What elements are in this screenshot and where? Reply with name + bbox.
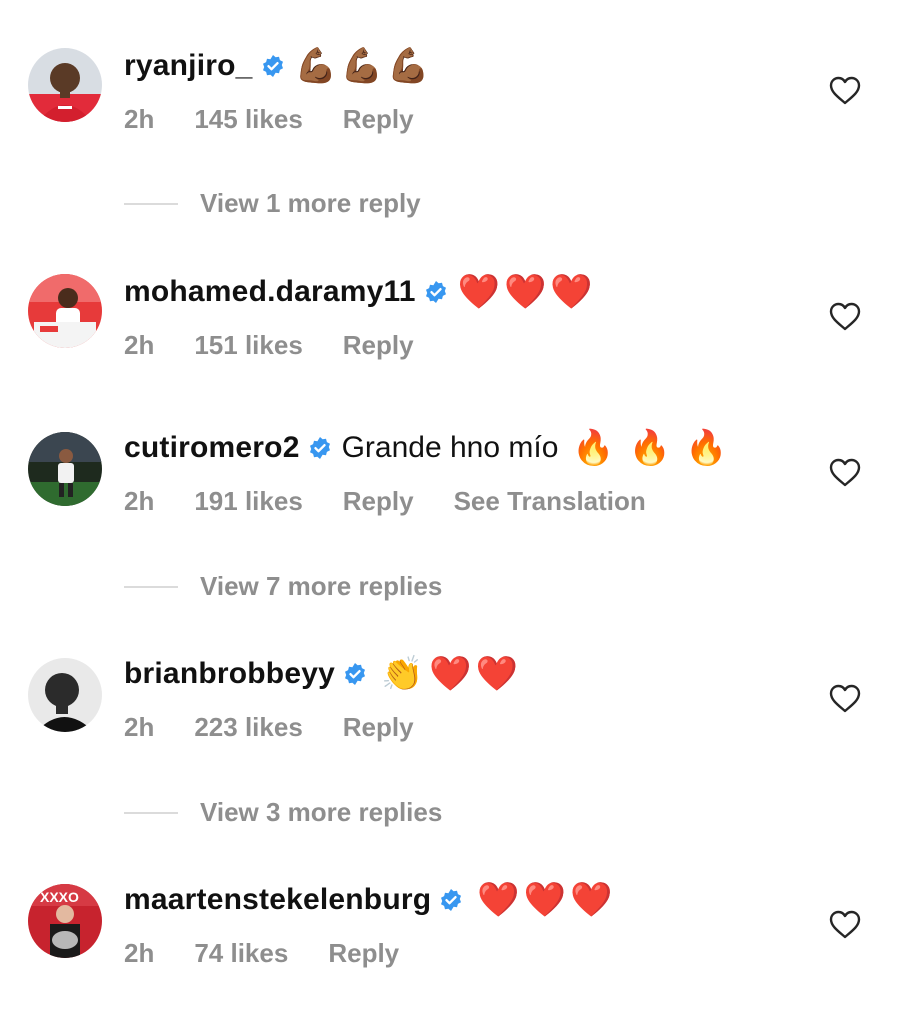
verified-badge-icon bbox=[308, 436, 332, 460]
likes-count[interactable]: 191 likes bbox=[194, 486, 302, 517]
comment-meta: 2h 151 likes Reply bbox=[124, 330, 454, 361]
flexed-biceps-emoji: 💪🏾 bbox=[340, 46, 384, 86]
likes-count[interactable]: 151 likes bbox=[194, 330, 302, 361]
timestamp: 2h bbox=[124, 712, 155, 742]
comment-line: brianbrobbeyy 👏 ❤️ ❤️ bbox=[124, 652, 518, 696]
likes-count[interactable]: 145 likes bbox=[194, 104, 302, 135]
divider bbox=[124, 585, 178, 588]
fire-emoji: 🔥 bbox=[572, 428, 615, 468]
red-heart-emoji: ❤️ bbox=[477, 880, 520, 920]
reply-button[interactable]: Reply bbox=[343, 712, 414, 743]
heart-outline-icon[interactable] bbox=[828, 74, 862, 108]
flexed-biceps-emoji: 💪🏾 bbox=[294, 46, 337, 86]
reply-button[interactable]: Reply bbox=[328, 938, 399, 969]
heart-outline-icon[interactable] bbox=[828, 456, 862, 490]
comment-ryanjiro: ryanjiro_ 💪🏾 💪🏾 💪🏾 2h 145 likes Reply bbox=[0, 40, 910, 150]
red-heart-emoji: ❤️ bbox=[504, 272, 547, 312]
username[interactable]: ryanjiro_ bbox=[124, 49, 253, 83]
red-heart-emoji: ❤️ bbox=[429, 654, 472, 694]
comment-meta: 2h 191 likes Reply See Translation bbox=[124, 486, 686, 517]
comment-line: cutiromero2 Grande hno mío 🔥 🔥 🔥 bbox=[124, 426, 727, 470]
comment-meta: 2h 74 likes Reply bbox=[124, 938, 439, 969]
comment-brianbrobbeyy: brianbrobbeyy 👏 ❤️ ❤️ 2h 223 likes Reply bbox=[0, 648, 910, 758]
heart-outline-icon[interactable] bbox=[828, 908, 862, 942]
comment-line: mohamed.daramy11 ❤️ ❤️ ❤️ bbox=[124, 270, 593, 314]
timestamp: 2h bbox=[124, 486, 155, 516]
svg-text:XXXO: XXXO bbox=[40, 889, 79, 905]
view-replies-label[interactable]: View 7 more replies bbox=[200, 571, 442, 602]
view-replies-label[interactable]: View 3 more replies bbox=[200, 797, 442, 828]
likes-count[interactable]: 74 likes bbox=[194, 938, 288, 969]
verified-badge-icon bbox=[439, 888, 463, 912]
fire-emoji: 🔥 bbox=[685, 428, 728, 468]
heart-outline-icon[interactable] bbox=[828, 300, 862, 334]
username[interactable]: mohamed.daramy11 bbox=[124, 275, 416, 309]
red-heart-emoji: ❤️ bbox=[475, 654, 519, 694]
divider bbox=[124, 811, 178, 814]
red-heart-emoji: ❤️ bbox=[550, 272, 593, 312]
view-more-replies-button[interactable]: View 1 more reply bbox=[124, 188, 421, 219]
username[interactable]: maartenstekelenburg bbox=[124, 883, 431, 917]
username[interactable]: cutiromero2 bbox=[124, 431, 300, 465]
timestamp: 2h bbox=[124, 104, 155, 134]
red-heart-emoji: ❤️ bbox=[569, 880, 613, 920]
red-heart-emoji: ❤️ bbox=[523, 880, 566, 920]
avatar[interactable] bbox=[28, 658, 102, 732]
red-heart-emoji: ❤️ bbox=[457, 272, 501, 312]
avatar[interactable] bbox=[28, 48, 102, 122]
verified-badge-icon bbox=[261, 54, 285, 78]
verified-badge-icon bbox=[343, 662, 367, 686]
heart-outline-icon[interactable] bbox=[828, 682, 862, 716]
comment-meta: 2h 223 likes Reply bbox=[124, 712, 454, 743]
avatar[interactable]: XXXO bbox=[28, 884, 102, 958]
divider bbox=[124, 202, 178, 205]
comment-maartenstekelenburg: XXXO maartenstekelenburg ❤️ ❤️ ❤️ 2h 74 … bbox=[0, 874, 910, 984]
comment-cutiromero: cutiromero2 Grande hno mío 🔥 🔥 🔥 2h 191 … bbox=[0, 422, 910, 532]
view-more-replies-button[interactable]: View 3 more replies bbox=[124, 797, 442, 828]
comment-text: Grande hno mío bbox=[341, 431, 559, 464]
avatar[interactable] bbox=[28, 432, 102, 506]
reply-button[interactable]: Reply bbox=[343, 104, 414, 135]
reply-button[interactable]: Reply bbox=[343, 330, 414, 361]
comment-line: ryanjiro_ 💪🏾 💪🏾 💪🏾 bbox=[124, 44, 430, 88]
clapping-hands-emoji: 👏 bbox=[380, 654, 424, 694]
timestamp: 2h bbox=[124, 938, 155, 968]
username[interactable]: brianbrobbeyy bbox=[124, 657, 335, 691]
see-translation-button[interactable]: See Translation bbox=[454, 486, 646, 517]
view-more-replies-button[interactable]: View 7 more replies bbox=[124, 571, 442, 602]
likes-count[interactable]: 223 likes bbox=[194, 712, 302, 743]
comment-mohamed-daramy: mohamed.daramy11 ❤️ ❤️ ❤️ 2h 151 likes R… bbox=[0, 266, 910, 376]
view-replies-label[interactable]: View 1 more reply bbox=[200, 188, 421, 219]
flexed-biceps-emoji: 💪🏾 bbox=[387, 46, 430, 86]
verified-badge-icon bbox=[424, 280, 448, 304]
comment-meta: 2h 145 likes Reply bbox=[124, 104, 454, 135]
fire-emoji: 🔥 bbox=[628, 428, 672, 468]
avatar[interactable] bbox=[28, 274, 102, 348]
reply-button[interactable]: Reply bbox=[343, 486, 414, 517]
comment-line: maartenstekelenburg ❤️ ❤️ ❤️ bbox=[124, 878, 612, 922]
timestamp: 2h bbox=[124, 330, 155, 360]
